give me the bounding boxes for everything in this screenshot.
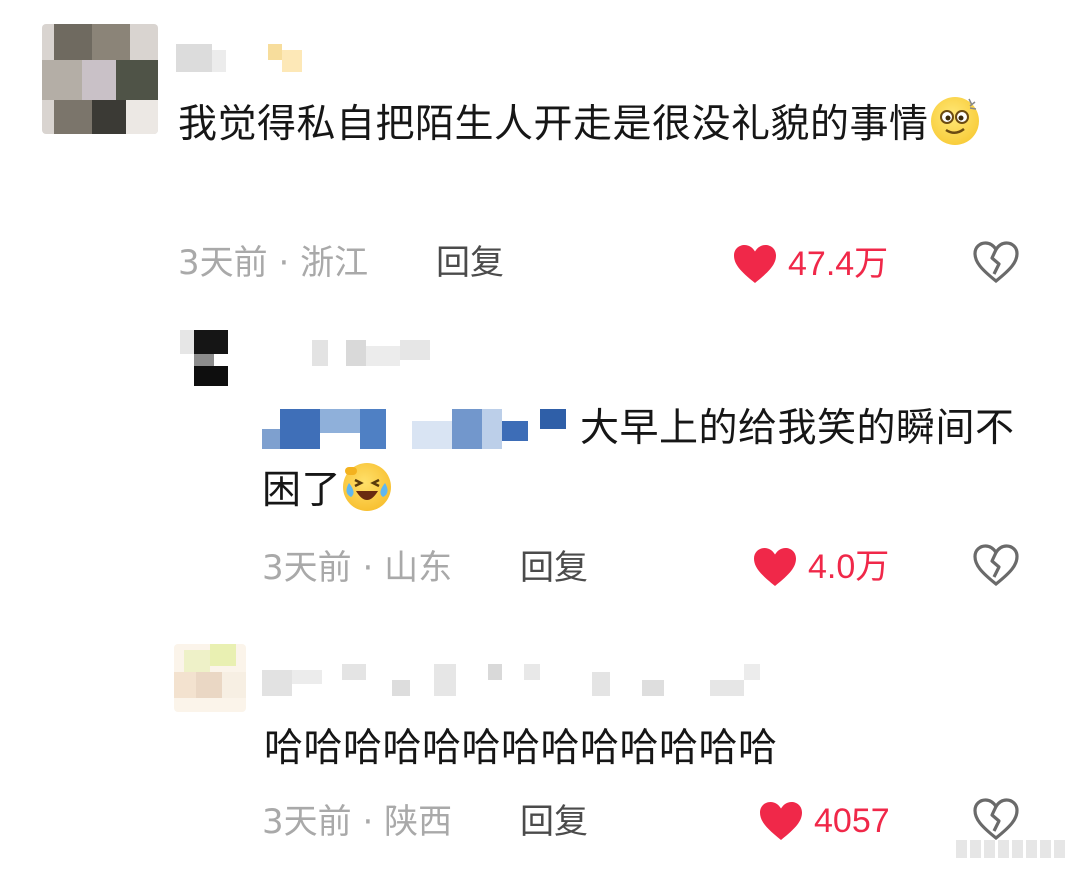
like-button[interactable]: 4057 xyxy=(758,800,890,842)
heart-icon xyxy=(732,243,778,285)
broken-heart-icon xyxy=(973,544,1019,591)
dislike-button[interactable] xyxy=(973,240,1019,288)
reply-button[interactable]: 回复 xyxy=(520,548,588,588)
comment-time: 3天前 xyxy=(262,802,352,842)
comment-text: 哈哈哈哈哈哈哈哈哈哈哈哈哈 xyxy=(264,726,778,771)
like-count: 4057 xyxy=(814,802,890,840)
comment-location: 陕西 xyxy=(384,802,453,842)
username[interactable] xyxy=(312,340,452,366)
comment-location: 浙江 xyxy=(300,243,369,283)
avatar[interactable] xyxy=(42,24,158,134)
comment-text: 我觉得私自把陌生人开走是很没礼貌的事情 xyxy=(178,94,1008,156)
reply-button[interactable]: 回复 xyxy=(520,802,588,842)
heart-icon xyxy=(752,546,798,588)
avatar[interactable] xyxy=(174,644,246,712)
dizzy-face-emoji xyxy=(930,97,979,145)
meta-separator: · xyxy=(267,243,301,283)
comment-text-body: 我觉得私自把陌生人开走是很没礼貌的事情 xyxy=(178,102,929,147)
dislike-button[interactable] xyxy=(973,797,1019,845)
username[interactable] xyxy=(262,664,772,696)
broken-heart-icon xyxy=(973,241,1019,288)
reply-button[interactable]: 回复 xyxy=(436,243,504,283)
comment-meta: 3天前 · 山东 xyxy=(262,548,452,588)
dislike-button[interactable] xyxy=(973,543,1019,591)
mention-blur[interactable] xyxy=(262,401,580,449)
comment-meta: 3天前 · 浙江 xyxy=(178,243,368,283)
heart-icon xyxy=(758,800,804,842)
avatar[interactable] xyxy=(180,318,240,388)
like-count: 47.4万 xyxy=(788,245,889,283)
laughing-tears-emoji xyxy=(343,463,392,511)
comment-time: 3天前 xyxy=(262,548,352,588)
watermark-blur xyxy=(956,840,1065,858)
like-count: 4.0万 xyxy=(808,548,890,586)
comment-meta: 3天前 · 陕西 xyxy=(262,802,452,842)
like-button[interactable]: 4.0万 xyxy=(752,546,889,588)
comment-location: 山东 xyxy=(384,548,453,588)
comment-time: 3天前 xyxy=(178,243,268,283)
like-button[interactable]: 47.4万 xyxy=(732,243,888,285)
meta-separator: · xyxy=(351,802,385,842)
username[interactable] xyxy=(176,44,306,72)
comment-text: 大早上的给我笑的瞬间不困了 xyxy=(262,398,1022,522)
meta-separator: · xyxy=(351,548,385,588)
